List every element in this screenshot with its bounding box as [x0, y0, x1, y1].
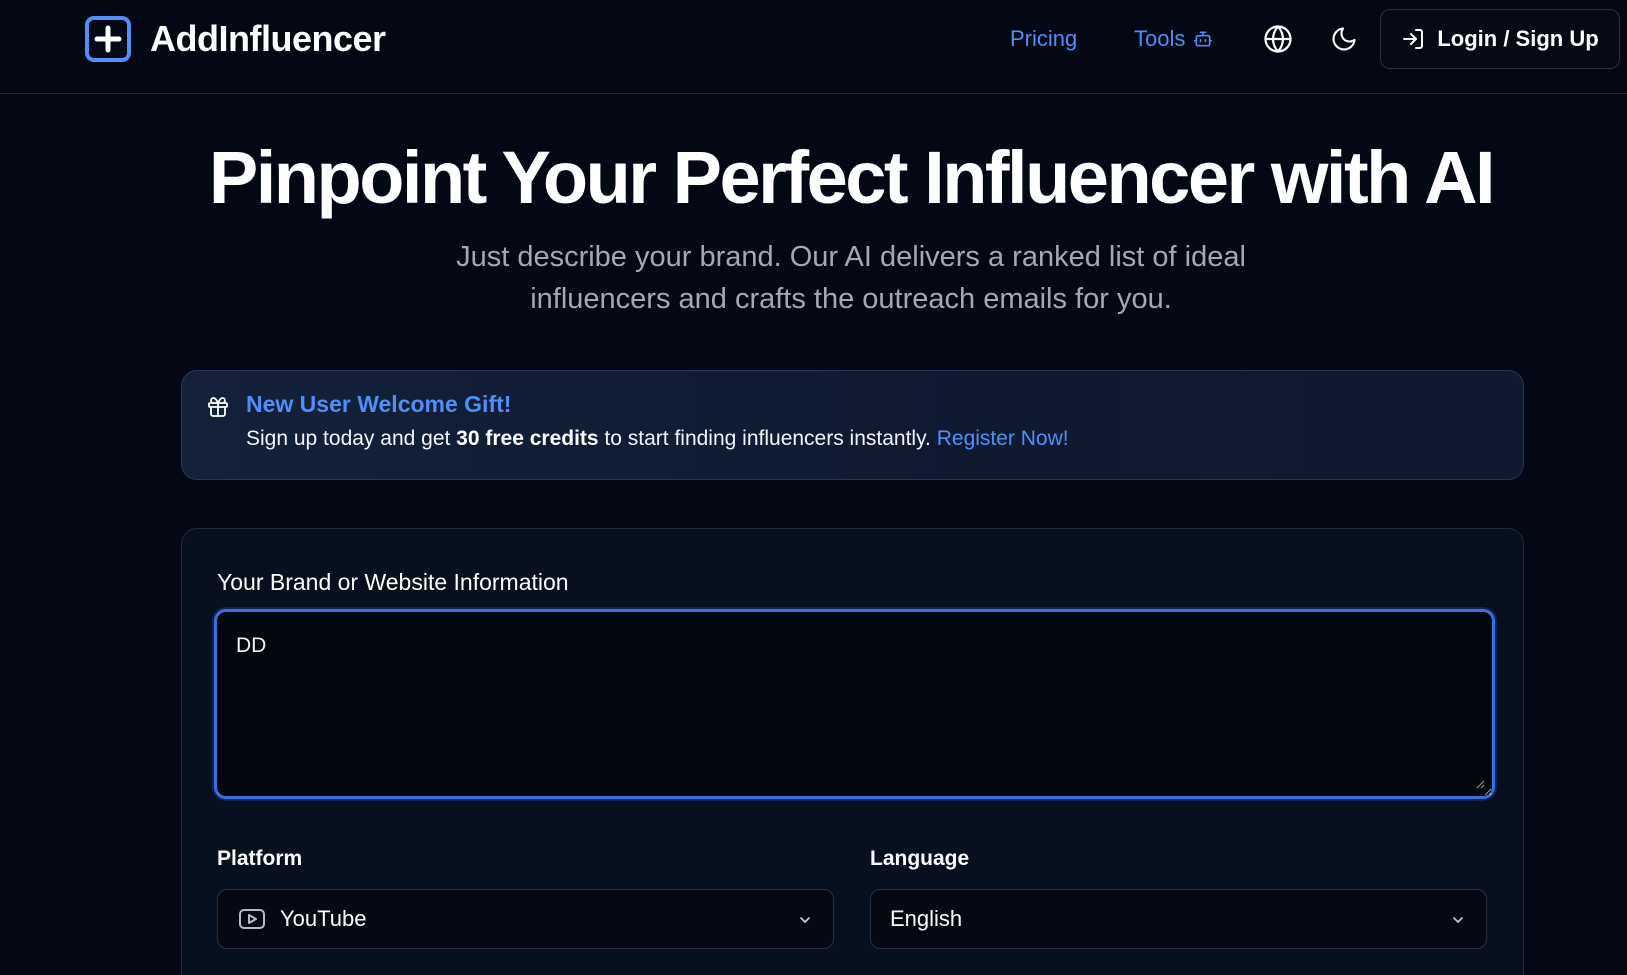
welcome-gift-banner: New User Welcome Gift! Sign up today and…	[181, 370, 1524, 480]
gift-icon	[208, 397, 228, 417]
language-select-value: English	[890, 906, 963, 931]
youtube-icon	[239, 909, 265, 929]
chevron-down-icon	[1453, 917, 1463, 923]
hero-subtitle-line-2: influencers and crafts the outreach emai…	[530, 283, 1172, 315]
chevron-down-icon	[800, 917, 810, 923]
plus-square-icon	[85, 16, 131, 62]
moon-icon	[1332, 27, 1356, 51]
brand-name: AddInfluencer	[150, 18, 386, 59]
influencer-search-form: Your Brand or Website Information DD Pla…	[181, 528, 1524, 975]
banner-title: New User Welcome Gift!	[246, 391, 512, 417]
login-signup-button[interactable]: Login / Sign Up	[1380, 9, 1620, 69]
platform-select-value: YouTube	[280, 906, 367, 931]
language-label: Language	[870, 847, 970, 870]
top-navbar: AddInfluencer Pricing Tools Login / Sign…	[0, 0, 1627, 94]
robot-icon	[1194, 31, 1213, 47]
login-arrow-icon	[1403, 29, 1424, 49]
platform-select[interactable]: YouTube	[217, 889, 834, 949]
brand-logo[interactable]: AddInfluencer	[84, 15, 386, 63]
nav-tools-label: Tools	[1134, 26, 1186, 51]
banner-text: Sign up today and get 30 free credits to…	[246, 427, 1069, 451]
platform-label: Platform	[217, 847, 303, 870]
nav-tools-link[interactable]: Tools	[1134, 24, 1213, 54]
hero-subtitle-line-1: Just describe your brand. Our AI deliver…	[456, 241, 1246, 273]
resize-grip-icon[interactable]	[1475, 779, 1485, 789]
banner-text-before: Sign up today and get	[246, 427, 457, 450]
hero-subtitle: Just describe your brand. Our AI deliver…	[0, 236, 1627, 320]
theme-toggle-button[interactable]	[1325, 20, 1363, 58]
banner-text-after: to start finding influencers instantly.	[598, 427, 937, 450]
brand-info-label: Your Brand or Website Information	[217, 569, 569, 595]
language-button[interactable]	[1259, 20, 1297, 58]
language-select[interactable]: English	[870, 889, 1487, 949]
hero-title: Pinpoint Your Perfect Influencer with AI	[208, 136, 1496, 219]
globe-icon	[1264, 25, 1292, 53]
register-now-link[interactable]: Register Now!	[937, 427, 1069, 450]
banner-free-credits: 30 free credits	[456, 427, 599, 450]
nav-pricing-link[interactable]: Pricing	[1010, 24, 1077, 54]
login-signup-label: Login / Sign Up	[1437, 26, 1599, 51]
brand-info-textarea[interactable]: DD	[214, 609, 1495, 799]
